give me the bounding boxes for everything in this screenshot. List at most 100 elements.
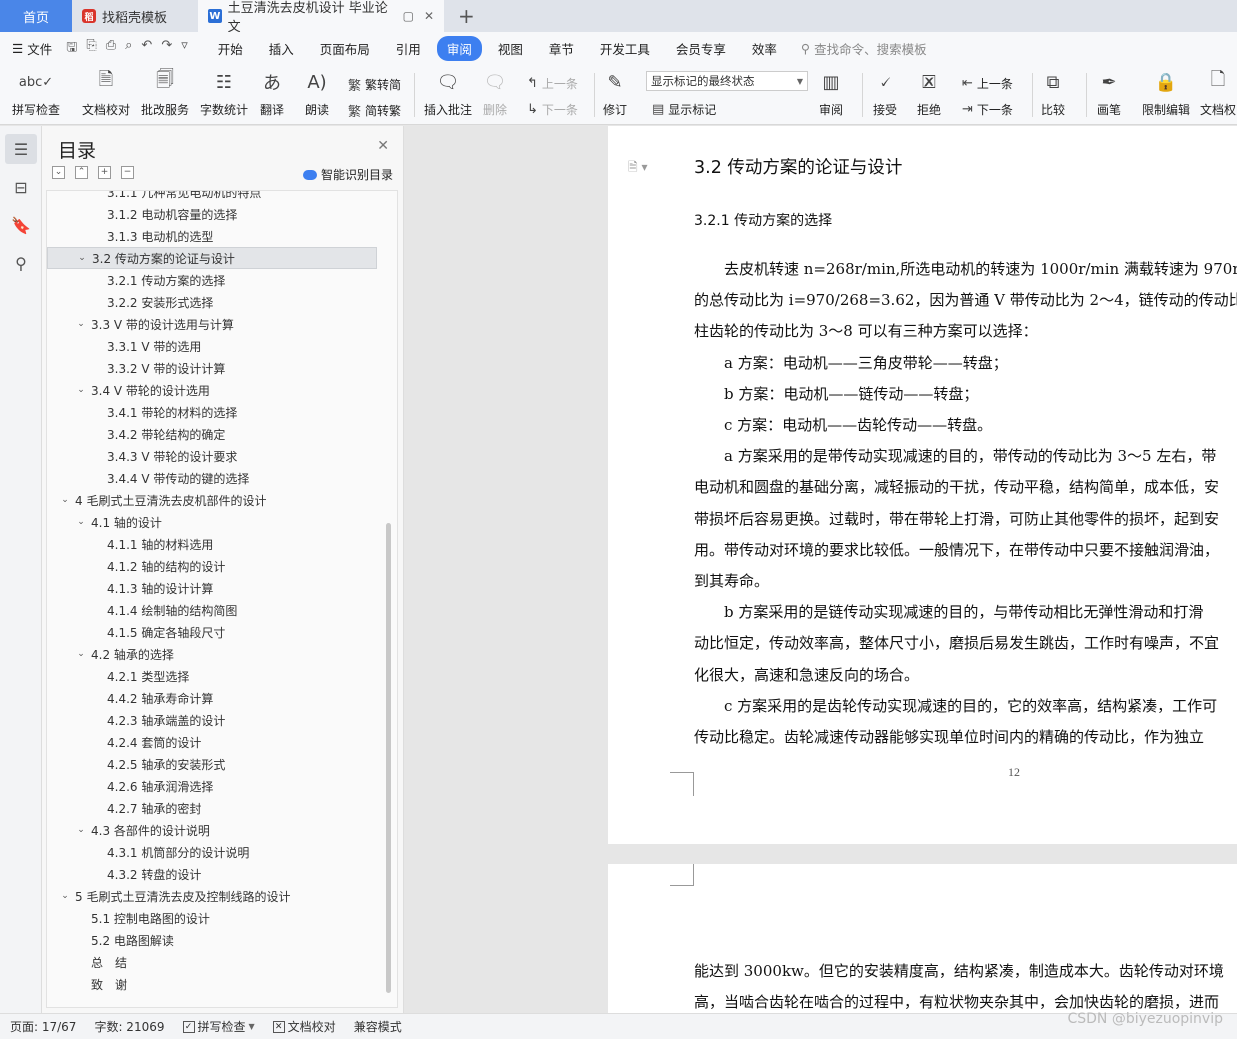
export-icon[interactable]: ⎘ — [86, 38, 96, 60]
toc-item[interactable]: 4.2.3 轴承端盖的设计 — [47, 709, 377, 731]
toc-item[interactable]: 4.2.5 轴承的安装形式 — [47, 753, 377, 775]
toc-item[interactable]: ⌄ 3.3 V 带的设计选用与计算 — [47, 313, 377, 335]
toc-item[interactable]: 4.1.3 轴的设计计算 — [47, 577, 377, 599]
menu-efficiency[interactable]: 效率 — [742, 36, 787, 61]
word-count-indicator[interactable]: 字数: 21069 — [94, 1018, 164, 1035]
translate-button[interactable]: あ 翻译 — [259, 69, 285, 118]
prev-comment-button[interactable]: ↰ 上一条 — [527, 75, 578, 92]
expand-up-icon[interactable]: ⌃ — [75, 166, 88, 179]
toc-item[interactable]: ⌄ 4.3 各部件的设计说明 — [47, 819, 377, 841]
doc-proofread-button[interactable]: 🗎 文档校对 — [82, 69, 130, 118]
command-search[interactable]: ⚲ 查找命令、搜索模板 — [801, 39, 927, 58]
compare-button[interactable]: ⧉ 比较 — [1040, 69, 1066, 118]
expand-all-icon[interactable]: + — [98, 166, 111, 179]
toc-item[interactable]: 3.4.4 V 带传动的键的选择 — [47, 467, 377, 489]
menu-chapter[interactable]: 章节 — [539, 36, 584, 61]
chevron-down-icon[interactable]: ⌄ — [75, 649, 87, 659]
file-menu[interactable]: ☰ 文件 — [12, 39, 52, 58]
menu-start[interactable]: 开始 — [208, 36, 253, 61]
chevron-down-icon[interactable]: ⌄ — [59, 891, 71, 901]
menu-review[interactable]: 审阅 — [436, 36, 482, 61]
word-count-button[interactable]: ☷ 字数统计 — [200, 69, 248, 118]
delete-comment-button[interactable]: 🗨 删除 — [482, 69, 508, 118]
track-changes-button[interactable]: ✎ 修订 — [602, 69, 628, 118]
toc-item[interactable]: 致 谢 — [47, 973, 377, 995]
menu-insert[interactable]: 插入 — [259, 36, 304, 61]
menu-page-layout[interactable]: 页面布局 — [310, 36, 380, 61]
menu-view[interactable]: 视图 — [488, 36, 533, 61]
tab-document[interactable]: W 土豆清洗去皮机设计 毕业论文 ▢ ✕ — [198, 0, 444, 35]
correction-service-button[interactable]: 🗐 批改服务 — [141, 69, 189, 118]
toc-item[interactable]: 3.4.3 V 带轮的设计要求 — [47, 445, 377, 467]
toc-item[interactable]: 3.1.1 几种常见电动机的特点 — [47, 191, 377, 203]
insert-comment-button[interactable]: 🗨 插入批注 — [424, 69, 472, 118]
close-tab-icon[interactable]: ✕ — [424, 9, 434, 23]
toc-item[interactable]: ⌄ 3.4 V 带轮的设计选用 — [47, 379, 377, 401]
toc-item[interactable]: ⌄ 4.1 轴的设计 — [47, 511, 377, 533]
toc-item[interactable]: 4.2.6 轴承润滑选择 — [47, 775, 377, 797]
toc-item[interactable]: 4.2.7 轴承的密封 — [47, 797, 377, 819]
chevron-down-icon[interactable]: ⌄ — [75, 825, 87, 835]
doc-permission-button[interactable]: 🗋 文档权 — [1200, 69, 1236, 118]
prev-change-button[interactable]: ⇤ 上一条 — [962, 75, 1013, 92]
search-icon[interactable]: ⚲ — [5, 248, 37, 278]
toc-item[interactable]: ⌄ 4.2 轴承的选择 — [47, 643, 377, 665]
next-change-button[interactable]: ⇥ 下一条 — [962, 101, 1013, 118]
toc-item[interactable]: ⌄ 4 毛刷式土豆清洗去皮机部件的设计 — [47, 489, 377, 511]
collapse-all-icon[interactable]: ⌄ — [52, 166, 65, 179]
toc-item[interactable]: 4.1.4 绘制轴的结构简图 — [47, 599, 377, 621]
read-aloud-button[interactable]: A) 朗读 — [304, 69, 330, 118]
tab-home[interactable]: 首页 — [0, 0, 72, 32]
chevron-down-icon[interactable]: ⌄ — [75, 385, 87, 395]
toc-item[interactable]: 3.3.1 V 带的选用 — [47, 335, 377, 357]
chevron-down-icon[interactable]: ⌄ — [76, 253, 88, 263]
markup-state-select[interactable]: 显示标记的最终状态 ▼ — [646, 71, 808, 91]
toc-item[interactable]: 4.3.1 机筒部分的设计说明 — [47, 841, 377, 863]
new-tab-icon[interactable]: + — [458, 0, 475, 32]
more-icon[interactable]: ▿ — [181, 38, 188, 60]
show-markup-button[interactable]: ▤ 显示标记 — [652, 101, 716, 118]
collapse-icon[interactable]: − — [121, 166, 134, 179]
chapter-nav-icon[interactable]: ⊟ — [5, 172, 37, 202]
toc-item[interactable]: 3.4.1 带轮的材料的选择 — [47, 401, 377, 423]
redo-icon[interactable]: ↷ — [161, 38, 172, 60]
undo-icon[interactable]: ↶ — [141, 38, 152, 60]
next-comment-button[interactable]: ↳ 下一条 — [527, 101, 578, 118]
print-icon[interactable]: ⎙ — [106, 38, 116, 60]
toc-item[interactable]: 3.1.3 电动机的选型 — [47, 225, 377, 247]
toc-item[interactable]: 4.2.1 类型选择 — [47, 665, 377, 687]
toc-item[interactable]: ⌄ 3.2 传动方案的论证与设计 — [47, 247, 377, 269]
trad-to-simp-button[interactable]: 繁 繁转简 — [348, 75, 401, 94]
restrict-editing-button[interactable]: 🔒 限制编辑 — [1142, 69, 1190, 118]
page-indicator[interactable]: 页面: 17/67 — [10, 1018, 76, 1035]
toc-item[interactable]: 4.1.2 轴的结构的设计 — [47, 555, 377, 577]
tab-docer[interactable]: 稻 找稻壳模板 — [72, 0, 198, 32]
toc-item[interactable]: 3.4.2 带轮结构的确定 — [47, 423, 377, 445]
toc-item[interactable]: 3.3.2 V 带的设计计算 — [47, 357, 377, 379]
reject-button[interactable]: 🗷 拒绝 — [916, 69, 942, 118]
chevron-down-icon[interactable]: ⌄ — [75, 319, 87, 329]
toc-item[interactable]: 3.2.2 安装形式选择 — [47, 291, 377, 313]
toc-item[interactable]: 4.4.2 轴承寿命计算 — [47, 687, 377, 709]
bookmark-icon[interactable]: 🔖 — [5, 210, 37, 240]
accept-button[interactable]: 🗸 接受 — [872, 69, 898, 118]
toc-scrollbar[interactable] — [386, 523, 391, 993]
menu-member[interactable]: 会员专享 — [666, 36, 736, 61]
toc-item[interactable]: 5.2 电路图解读 — [47, 929, 377, 951]
chevron-down-icon[interactable]: ⌄ — [59, 495, 71, 505]
menu-developer[interactable]: 开发工具 — [590, 36, 660, 61]
toc-item[interactable]: 5.1 控制电路图的设计 — [47, 907, 377, 929]
toc-item[interactable]: 总 结 — [47, 951, 377, 973]
toc-item[interactable]: ⌄ 5 毛刷式土豆清洗去皮及控制线路的设计 — [47, 885, 377, 907]
spell-check-button[interactable]: abc✓ 拼写检查 — [12, 69, 60, 118]
chevron-down-icon[interactable]: ⌄ — [75, 517, 87, 527]
status-proofread[interactable]: ✕ 文档校对 — [272, 1018, 336, 1035]
toc-item[interactable]: 4.1.5 确定各轴段尺寸 — [47, 621, 377, 643]
simp-to-trad-button[interactable]: 繁 简转繁 — [348, 101, 401, 120]
close-icon[interactable]: ✕ — [377, 138, 389, 154]
toc-item[interactable]: 3.2.1 传动方案的选择 — [47, 269, 377, 291]
toc-item[interactable]: 3.1.2 电动机容量的选择 — [47, 203, 377, 225]
print-preview-icon[interactable]: ⌕ — [125, 38, 132, 60]
toc-item[interactable]: 4.2.4 套筒的设计 — [47, 731, 377, 753]
menu-references[interactable]: 引用 — [386, 36, 431, 61]
